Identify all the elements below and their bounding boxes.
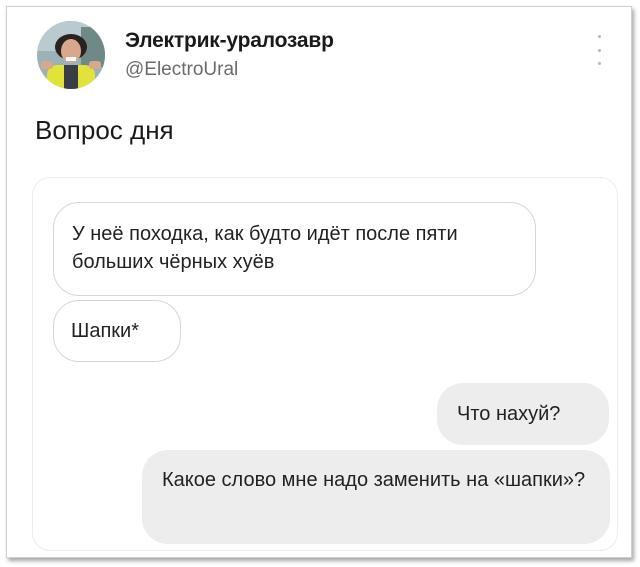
message-bubble-outgoing: Какое слово мне надо заменить на «шапки»… (142, 450, 610, 544)
message-bubble-outgoing: Что нахуй? (437, 383, 609, 445)
message-bubble-incoming: У неё походка, как будто идёт после пяти… (53, 202, 536, 296)
tweet-card: Электрик-уралозавр @ElectroUral Вопрос д… (6, 6, 632, 558)
more-vertical-icon[interactable] (592, 35, 606, 65)
menu-dot (597, 48, 601, 52)
author-handle[interactable]: @ElectroUral (125, 59, 238, 81)
menu-dot (597, 62, 601, 65)
menu-dot (597, 35, 601, 38)
avatar-image (37, 21, 105, 89)
message-bubble-incoming: Шапки* (53, 300, 181, 362)
avatar[interactable] (37, 21, 105, 89)
chat-screenshot: У неё походка, как будто идёт после пяти… (32, 177, 618, 551)
tweet-text: Вопрос дня (35, 115, 174, 145)
author-name[interactable]: Электрик-уралозавр (125, 29, 334, 53)
